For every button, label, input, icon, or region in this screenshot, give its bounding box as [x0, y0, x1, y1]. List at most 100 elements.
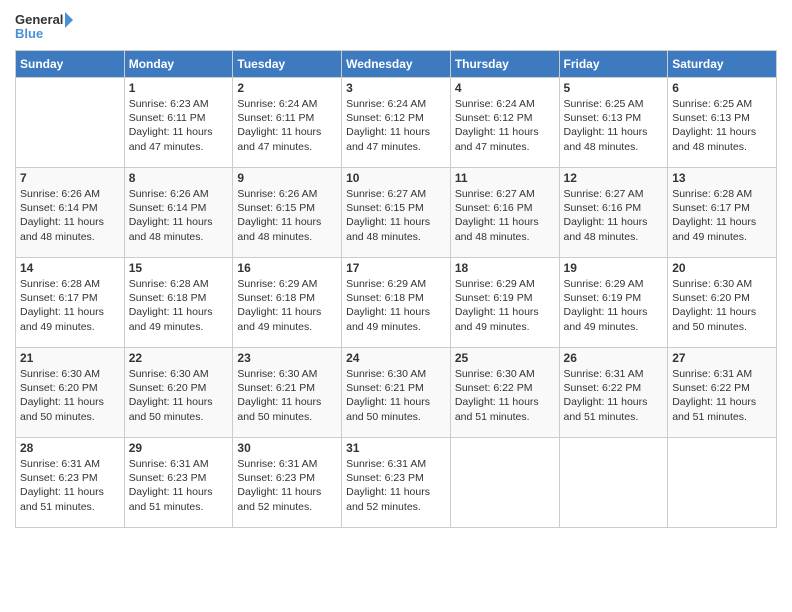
day-cell: [16, 78, 125, 168]
day-number: 21: [20, 351, 120, 365]
day-number: 26: [564, 351, 664, 365]
day-cell: [559, 438, 668, 528]
day-number: 24: [346, 351, 446, 365]
day-number: 8: [129, 171, 229, 185]
week-row-5: 28 Sunrise: 6:31 AMSunset: 6:23 PMDayligh…: [16, 438, 777, 528]
day-info: Sunrise: 6:25 AMSunset: 6:13 PMDaylight:…: [672, 97, 772, 154]
day-info: Sunrise: 6:25 AMSunset: 6:13 PMDaylight:…: [564, 97, 664, 154]
day-info: Sunrise: 6:31 AMSunset: 6:22 PMDaylight:…: [672, 367, 772, 424]
day-info: Sunrise: 6:30 AMSunset: 6:20 PMDaylight:…: [672, 277, 772, 334]
day-info: Sunrise: 6:31 AMSunset: 6:22 PMDaylight:…: [564, 367, 664, 424]
week-row-3: 14Sunrise: 6:28 AMSunset: 6:17 PMDayligh…: [16, 258, 777, 348]
day-number: 22: [129, 351, 229, 365]
day-number: 13: [672, 171, 772, 185]
day-cell: 20 Sunrise: 6:30 AMSunset: 6:20 PMDayligh…: [668, 258, 777, 348]
day-info: Sunrise: 6:31 AMSunset: 6:23 PMDaylight:…: [20, 457, 120, 514]
day-info: Sunrise: 6:28 AMSunset: 6:18 PMDaylight:…: [129, 277, 229, 334]
day-cell: 16 Sunrise: 6:29 AMSunset: 6:18 PMDayligh…: [233, 258, 342, 348]
day-cell: 30Sunrise: 6:31 AMSunset: 6:23 PMDayligh…: [233, 438, 342, 528]
day-cell: 31 Sunrise: 6:31 AMSunset: 6:23 PMDayligh…: [342, 438, 451, 528]
day-info: Sunrise: 6:29 AMSunset: 6:18 PMDaylight:…: [346, 277, 446, 334]
day-number: 16: [237, 261, 337, 275]
logo: GeneralBlue: [15, 10, 75, 42]
day-info: Sunrise: 6:24 AMSunset: 6:12 PMDaylight:…: [455, 97, 555, 154]
day-number: 20: [672, 261, 772, 275]
logo-svg: GeneralBlue: [15, 10, 75, 42]
col-header-monday: Monday: [124, 51, 233, 78]
col-header-thursday: Thursday: [450, 51, 559, 78]
col-header-wednesday: Wednesday: [342, 51, 451, 78]
day-info: Sunrise: 6:26 AMSunset: 6:15 PMDaylight:…: [237, 187, 337, 244]
day-number: 7: [20, 171, 120, 185]
week-row-2: 7 Sunrise: 6:26 AMSunset: 6:14 PMDaylight…: [16, 168, 777, 258]
day-cell: 19Sunrise: 6:29 AMSunset: 6:19 PMDayligh…: [559, 258, 668, 348]
day-number: 30: [237, 441, 337, 455]
day-info: Sunrise: 6:24 AMSunset: 6:12 PMDaylight:…: [346, 97, 446, 154]
day-info: Sunrise: 6:29 AMSunset: 6:18 PMDaylight:…: [237, 277, 337, 334]
day-number: 31: [346, 441, 446, 455]
day-info: Sunrise: 6:31 AMSunset: 6:23 PMDaylight:…: [346, 457, 446, 514]
col-header-friday: Friday: [559, 51, 668, 78]
day-cell: 29 Sunrise: 6:31 AMSunset: 6:23 PMDayligh…: [124, 438, 233, 528]
week-row-1: 1 Sunrise: 6:23 AMSunset: 6:11 PMDaylight…: [16, 78, 777, 168]
day-number: 23: [237, 351, 337, 365]
day-number: 29: [129, 441, 229, 455]
day-number: 17: [346, 261, 446, 275]
day-info: Sunrise: 6:27 AMSunset: 6:16 PMDaylight:…: [455, 187, 555, 244]
day-number: 9: [237, 171, 337, 185]
day-cell: 13 Sunrise: 6:28 AMSunset: 6:17 PMDayligh…: [668, 168, 777, 258]
day-number: 6: [672, 81, 772, 95]
day-info: Sunrise: 6:26 AMSunset: 6:14 PMDaylight:…: [129, 187, 229, 244]
day-number: 3: [346, 81, 446, 95]
day-cell: 4 Sunrise: 6:24 AMSunset: 6:12 PMDaylight…: [450, 78, 559, 168]
day-cell: 9 Sunrise: 6:26 AMSunset: 6:15 PMDaylight…: [233, 168, 342, 258]
day-info: Sunrise: 6:29 AMSunset: 6:19 PMDaylight:…: [564, 277, 664, 334]
day-number: 27: [672, 351, 772, 365]
col-header-saturday: Saturday: [668, 51, 777, 78]
day-cell: 15 Sunrise: 6:28 AMSunset: 6:18 PMDayligh…: [124, 258, 233, 348]
calendar-header-row: SundayMondayTuesdayWednesdayThursdayFrid…: [16, 51, 777, 78]
day-info: Sunrise: 6:24 AMSunset: 6:11 PMDaylight:…: [237, 97, 337, 154]
day-cell: 27 Sunrise: 6:31 AMSunset: 6:22 PMDayligh…: [668, 348, 777, 438]
day-info: Sunrise: 6:30 AMSunset: 6:20 PMDaylight:…: [129, 367, 229, 424]
day-number: 28: [20, 441, 120, 455]
day-cell: 7 Sunrise: 6:26 AMSunset: 6:14 PMDaylight…: [16, 168, 125, 258]
day-cell: 3 Sunrise: 6:24 AMSunset: 6:12 PMDaylight…: [342, 78, 451, 168]
week-row-4: 21 Sunrise: 6:30 AMSunset: 6:20 PMDayligh…: [16, 348, 777, 438]
day-number: 4: [455, 81, 555, 95]
day-cell: 5 Sunrise: 6:25 AMSunset: 6:13 PMDaylight…: [559, 78, 668, 168]
day-cell: 14Sunrise: 6:28 AMSunset: 6:17 PMDayligh…: [16, 258, 125, 348]
day-cell: [450, 438, 559, 528]
day-info: Sunrise: 6:31 AMSunset: 6:23 PMDaylight:…: [129, 457, 229, 514]
day-cell: 22 Sunrise: 6:30 AMSunset: 6:20 PMDayligh…: [124, 348, 233, 438]
header: GeneralBlue: [15, 10, 777, 42]
day-info: Sunrise: 6:30 AMSunset: 6:20 PMDaylight:…: [20, 367, 120, 424]
day-cell: 8 Sunrise: 6:26 AMSunset: 6:14 PMDaylight…: [124, 168, 233, 258]
day-number: 12: [564, 171, 664, 185]
day-cell: 1 Sunrise: 6:23 AMSunset: 6:11 PMDaylight…: [124, 78, 233, 168]
day-cell: 18Sunrise: 6:29 AMSunset: 6:19 PMDayligh…: [450, 258, 559, 348]
day-cell: 2 Sunrise: 6:24 AMSunset: 6:11 PMDaylight…: [233, 78, 342, 168]
day-cell: 17 Sunrise: 6:29 AMSunset: 6:18 PMDayligh…: [342, 258, 451, 348]
day-info: Sunrise: 6:28 AMSunset: 6:17 PMDaylight:…: [672, 187, 772, 244]
day-info: Sunrise: 6:30 AMSunset: 6:21 PMDaylight:…: [237, 367, 337, 424]
svg-text:Blue: Blue: [15, 26, 43, 41]
day-number: 5: [564, 81, 664, 95]
day-number: 15: [129, 261, 229, 275]
day-info: Sunrise: 6:23 AMSunset: 6:11 PMDaylight:…: [129, 97, 229, 154]
day-cell: 28 Sunrise: 6:31 AMSunset: 6:23 PMDayligh…: [16, 438, 125, 528]
day-info: Sunrise: 6:26 AMSunset: 6:14 PMDaylight:…: [20, 187, 120, 244]
day-cell: 24Sunrise: 6:30 AMSunset: 6:21 PMDayligh…: [342, 348, 451, 438]
day-info: Sunrise: 6:27 AMSunset: 6:15 PMDaylight:…: [346, 187, 446, 244]
day-cell: 6 Sunrise: 6:25 AMSunset: 6:13 PMDaylight…: [668, 78, 777, 168]
calendar-table: SundayMondayTuesdayWednesdayThursdayFrid…: [15, 50, 777, 528]
day-number: 10: [346, 171, 446, 185]
day-number: 18: [455, 261, 555, 275]
day-cell: [668, 438, 777, 528]
col-header-tuesday: Tuesday: [233, 51, 342, 78]
day-number: 2: [237, 81, 337, 95]
day-number: 25: [455, 351, 555, 365]
day-number: 1: [129, 81, 229, 95]
day-cell: 11Sunrise: 6:27 AMSunset: 6:16 PMDayligh…: [450, 168, 559, 258]
day-info: Sunrise: 6:30 AMSunset: 6:22 PMDaylight:…: [455, 367, 555, 424]
